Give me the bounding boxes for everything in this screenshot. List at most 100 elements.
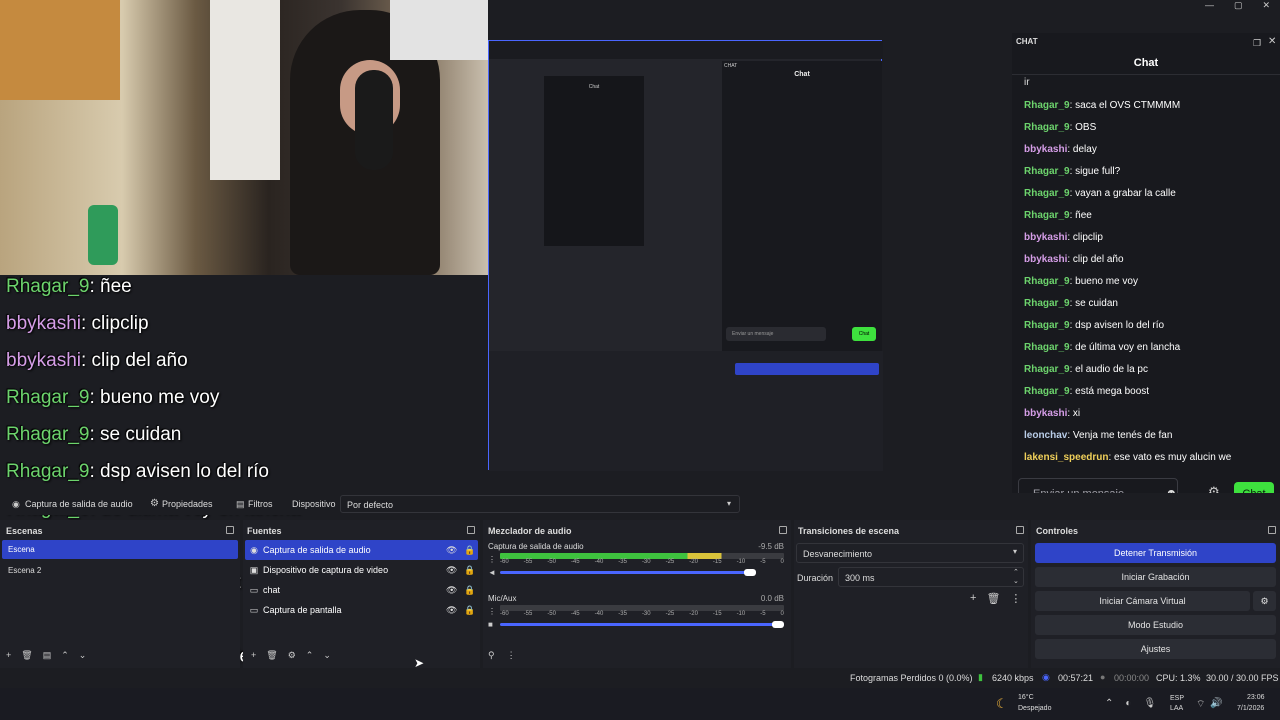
- duration-stepper-icon[interactable]: ⌃ ⌄: [1013, 568, 1019, 586]
- lang-top[interactable]: ESP: [1170, 695, 1184, 702]
- scene-item-selected[interactable]: Escena: [2, 540, 238, 559]
- scenes-toolbar: + 🗑 ▤ ⌃ ⌄: [6, 650, 86, 661]
- chat-username[interactable]: Rhagar_9: [1024, 298, 1070, 309]
- remove-source-icon[interactable]: 🗑: [266, 650, 277, 661]
- chat-username[interactable]: Rhagar_9: [1024, 342, 1070, 353]
- chat-username[interactable]: Rhagar_9: [1024, 210, 1070, 221]
- eye-icon[interactable]: 👁: [446, 560, 464, 580]
- meter-tick: -30: [641, 611, 651, 617]
- mixer-channel-name: Mic/Aux: [488, 594, 517, 603]
- transitions-undock-icon[interactable]: [1016, 526, 1024, 534]
- chat-message: bbykashi: delay: [1024, 139, 1274, 161]
- source-label: chat: [263, 585, 281, 595]
- volume-icon[interactable]: 🔊: [1210, 698, 1222, 709]
- move-down-icon[interactable]: ⌄: [79, 650, 87, 661]
- volume-slider-knob[interactable]: [743, 568, 756, 576]
- stop-stream-button[interactable]: Detener Transmisión: [1035, 543, 1276, 563]
- add-scene-icon[interactable]: +: [6, 650, 11, 661]
- properties-gear-icon[interactable]: ⚙: [150, 498, 159, 509]
- remove-scene-icon[interactable]: 🗑: [21, 650, 32, 661]
- minimize-button[interactable]: —: [1205, 0, 1214, 14]
- tray-app-icon[interactable]: ◐: [1125, 698, 1131, 709]
- volume-slider[interactable]: [500, 622, 784, 626]
- overlay-chat-text: : clip del año: [81, 350, 188, 371]
- scene-item-2[interactable]: Escena 2: [8, 566, 41, 575]
- close-dock-icon[interactable]: ✕: [1268, 36, 1276, 47]
- mute-icon[interactable]: ■: [488, 620, 500, 629]
- chat-username[interactable]: Rhagar_9: [1024, 276, 1070, 287]
- chat-username[interactable]: leonchav: [1024, 430, 1067, 441]
- source-item[interactable]: ▭ chat 👁 🔒: [245, 580, 478, 600]
- device-select[interactable]: Por defecto ▾: [340, 495, 740, 513]
- source-item[interactable]: ▣ Dispositivo de captura de video 👁 🔒: [245, 560, 478, 580]
- mixer-undock-icon[interactable]: [779, 526, 787, 534]
- mixer-menu-icon[interactable]: ⋮: [507, 650, 516, 661]
- chat-username[interactable]: lakensi_speedrun: [1024, 452, 1108, 463]
- transition-select[interactable]: Desvanecimiento ▾: [796, 543, 1024, 563]
- scenes-undock-icon[interactable]: [226, 526, 234, 534]
- close-button[interactable]: ✕: [1262, 0, 1270, 14]
- device-label: Dispositivo: [292, 499, 336, 509]
- chat-username[interactable]: Rhagar_9: [1024, 122, 1070, 133]
- source-item[interactable]: ▭ Captura de pantalla 👁 🔒: [245, 600, 478, 620]
- meter-tick: -20: [689, 611, 698, 617]
- controls-undock-icon[interactable]: [1268, 526, 1276, 534]
- chat-username[interactable]: Rhagar_9: [1024, 100, 1070, 111]
- properties-button[interactable]: Propiedades: [162, 499, 213, 509]
- channel-menu-icon[interactable]: ⋮: [488, 607, 500, 616]
- chat-username[interactable]: bbykashi: [1024, 144, 1067, 155]
- chat-username[interactable]: Rhagar_9: [1024, 386, 1070, 397]
- chat-username[interactable]: Rhagar_9: [1024, 188, 1070, 199]
- wifi-icon[interactable]: ⌔: [1196, 698, 1205, 711]
- settings-button[interactable]: Ajustes: [1035, 639, 1276, 659]
- transition-menu-icon[interactable]: ⋮: [1010, 592, 1021, 605]
- lock-icon[interactable]: 🔒: [464, 580, 478, 600]
- filters-icon[interactable]: ▤: [236, 499, 245, 510]
- chat-username[interactable]: Rhagar_9: [1024, 166, 1070, 177]
- duration-input[interactable]: 300 ms ⌃ ⌄: [838, 567, 1024, 587]
- meter-tick: -50: [547, 559, 556, 565]
- tray-chevron-icon[interactable]: ⌃: [1105, 698, 1113, 709]
- chat-username[interactable]: Rhagar_9: [1024, 364, 1070, 375]
- tray-mic-icon[interactable]: 🎙: [1143, 698, 1156, 709]
- meter-tick: -50: [547, 611, 556, 617]
- virtual-camera-button[interactable]: Iniciar Cámara Virtual: [1035, 591, 1250, 611]
- maximize-button[interactable]: ▢: [1234, 0, 1243, 14]
- add-source-icon[interactable]: +: [251, 650, 256, 661]
- chat-username[interactable]: bbykashi: [1024, 232, 1067, 243]
- virtual-camera-settings-icon[interactable]: ⚙: [1253, 591, 1276, 611]
- source-settings-icon[interactable]: ⚙: [288, 650, 296, 661]
- move-up-icon[interactable]: ⌃: [61, 650, 69, 661]
- door: [210, 0, 280, 180]
- chat-username[interactable]: bbykashi: [1024, 254, 1067, 265]
- clock-time[interactable]: 23:06: [1247, 694, 1265, 701]
- chat-username[interactable]: bbykashi: [1024, 408, 1067, 419]
- lock-icon[interactable]: 🔒: [464, 540, 478, 560]
- volume-slider-knob[interactable]: [772, 620, 784, 628]
- undock-icon[interactable]: ❐: [1253, 38, 1261, 49]
- lock-icon[interactable]: 🔒: [464, 560, 478, 580]
- eye-icon[interactable]: 👁: [446, 540, 464, 560]
- add-transition-icon[interactable]: +: [970, 592, 976, 605]
- studio-mode-button[interactable]: Modo Estudio: [1035, 615, 1276, 635]
- source-type-icon: ▣: [249, 565, 259, 575]
- status-bar: Fotogramas Perdidos 0 (0.0%) ▮ 6240 kbps…: [0, 668, 1280, 688]
- eye-icon[interactable]: 👁: [446, 580, 464, 600]
- channel-menu-icon[interactable]: ⋮: [488, 555, 500, 564]
- speaker-icon[interactable]: ◄: [488, 568, 500, 577]
- eye-icon[interactable]: 👁: [446, 600, 464, 620]
- source-up-icon[interactable]: ⌃: [306, 650, 314, 661]
- lang-bottom[interactable]: LAA: [1170, 705, 1183, 712]
- source-down-icon[interactable]: ⌄: [323, 650, 331, 661]
- scene-filters-icon[interactable]: ▤: [43, 650, 52, 661]
- volume-slider[interactable]: [500, 570, 756, 574]
- clock-date[interactable]: 7/1/2026: [1237, 705, 1264, 712]
- chat-username[interactable]: Rhagar_9: [1024, 320, 1070, 331]
- source-item[interactable]: ◉ Captura de salida de audio 👁 🔒: [245, 540, 478, 560]
- mixer-link-icon[interactable]: ⚲: [488, 650, 495, 661]
- remove-transition-icon[interactable]: 🗑: [986, 592, 1000, 605]
- filters-button[interactable]: Filtros: [248, 499, 273, 509]
- lock-icon[interactable]: 🔒: [464, 600, 478, 620]
- start-recording-button[interactable]: Iniciar Grabación: [1035, 567, 1276, 587]
- sources-undock-icon[interactable]: [467, 526, 475, 534]
